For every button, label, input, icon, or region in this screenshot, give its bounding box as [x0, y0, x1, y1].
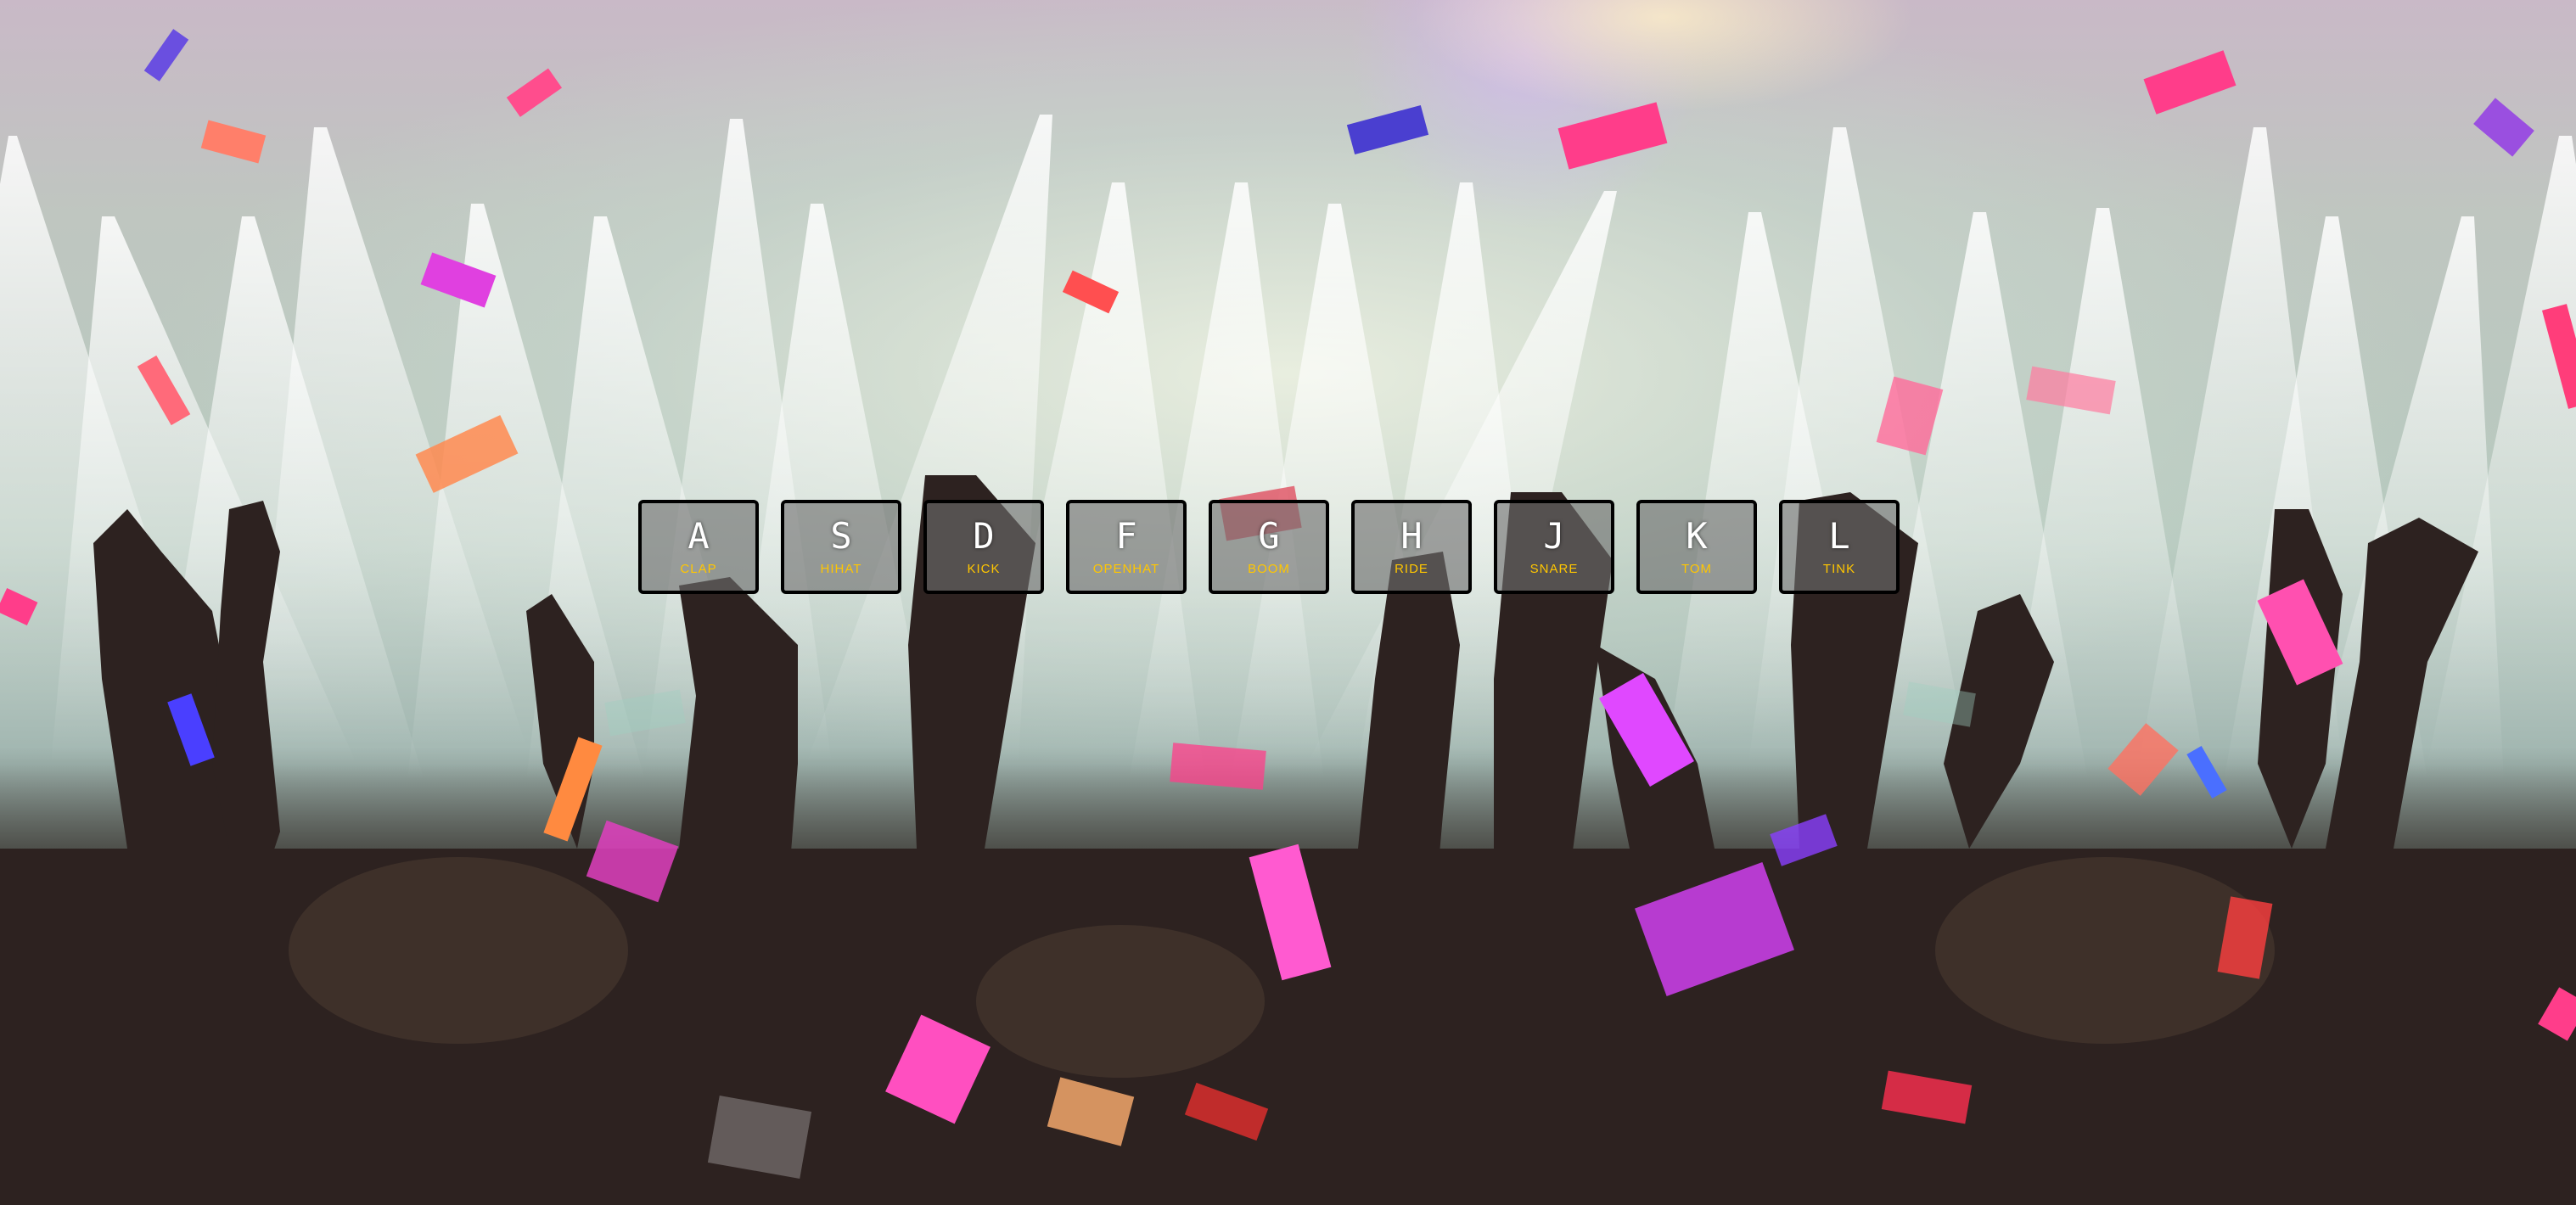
key-sound-label: HIHAT	[820, 561, 862, 576]
key-sound-label: OPENHAT	[1092, 561, 1160, 576]
drum-key-j[interactable]: J SNARE	[1494, 500, 1614, 594]
key-letter: S	[830, 514, 852, 557]
key-letter: A	[687, 514, 710, 557]
key-sound-label: TINK	[1822, 561, 1856, 576]
key-letter: L	[1828, 514, 1850, 557]
key-letter: K	[1686, 514, 1708, 557]
key-sound-label: BOOM	[1248, 561, 1290, 576]
drum-key-h[interactable]: H RIDE	[1351, 500, 1472, 594]
concert-background: A CLAP S HIHAT D KICK F OPENHAT G BOOM H…	[0, 0, 2576, 1205]
key-sound-label: SNARE	[1529, 561, 1579, 576]
drum-key-s[interactable]: S HIHAT	[781, 500, 901, 594]
key-letter: J	[1543, 514, 1565, 557]
drum-key-d[interactable]: D KICK	[923, 500, 1044, 594]
drum-keys: A CLAP S HIHAT D KICK F OPENHAT G BOOM H…	[638, 500, 1900, 594]
key-letter: G	[1258, 514, 1280, 557]
key-sound-label: KICK	[967, 561, 1001, 576]
key-letter: H	[1400, 514, 1423, 557]
drum-key-f[interactable]: F OPENHAT	[1066, 500, 1187, 594]
key-letter: D	[973, 514, 995, 557]
drum-key-l[interactable]: L TINK	[1779, 500, 1900, 594]
key-sound-label: RIDE	[1395, 561, 1428, 576]
key-letter: F	[1115, 514, 1137, 557]
drum-key-g[interactable]: G BOOM	[1209, 500, 1329, 594]
confetti-pieces	[0, 29, 2576, 1179]
drum-key-k[interactable]: K TOM	[1636, 500, 1757, 594]
drum-key-a[interactable]: A CLAP	[638, 500, 759, 594]
key-sound-label: TOM	[1681, 561, 1713, 576]
key-sound-label: CLAP	[680, 561, 717, 576]
